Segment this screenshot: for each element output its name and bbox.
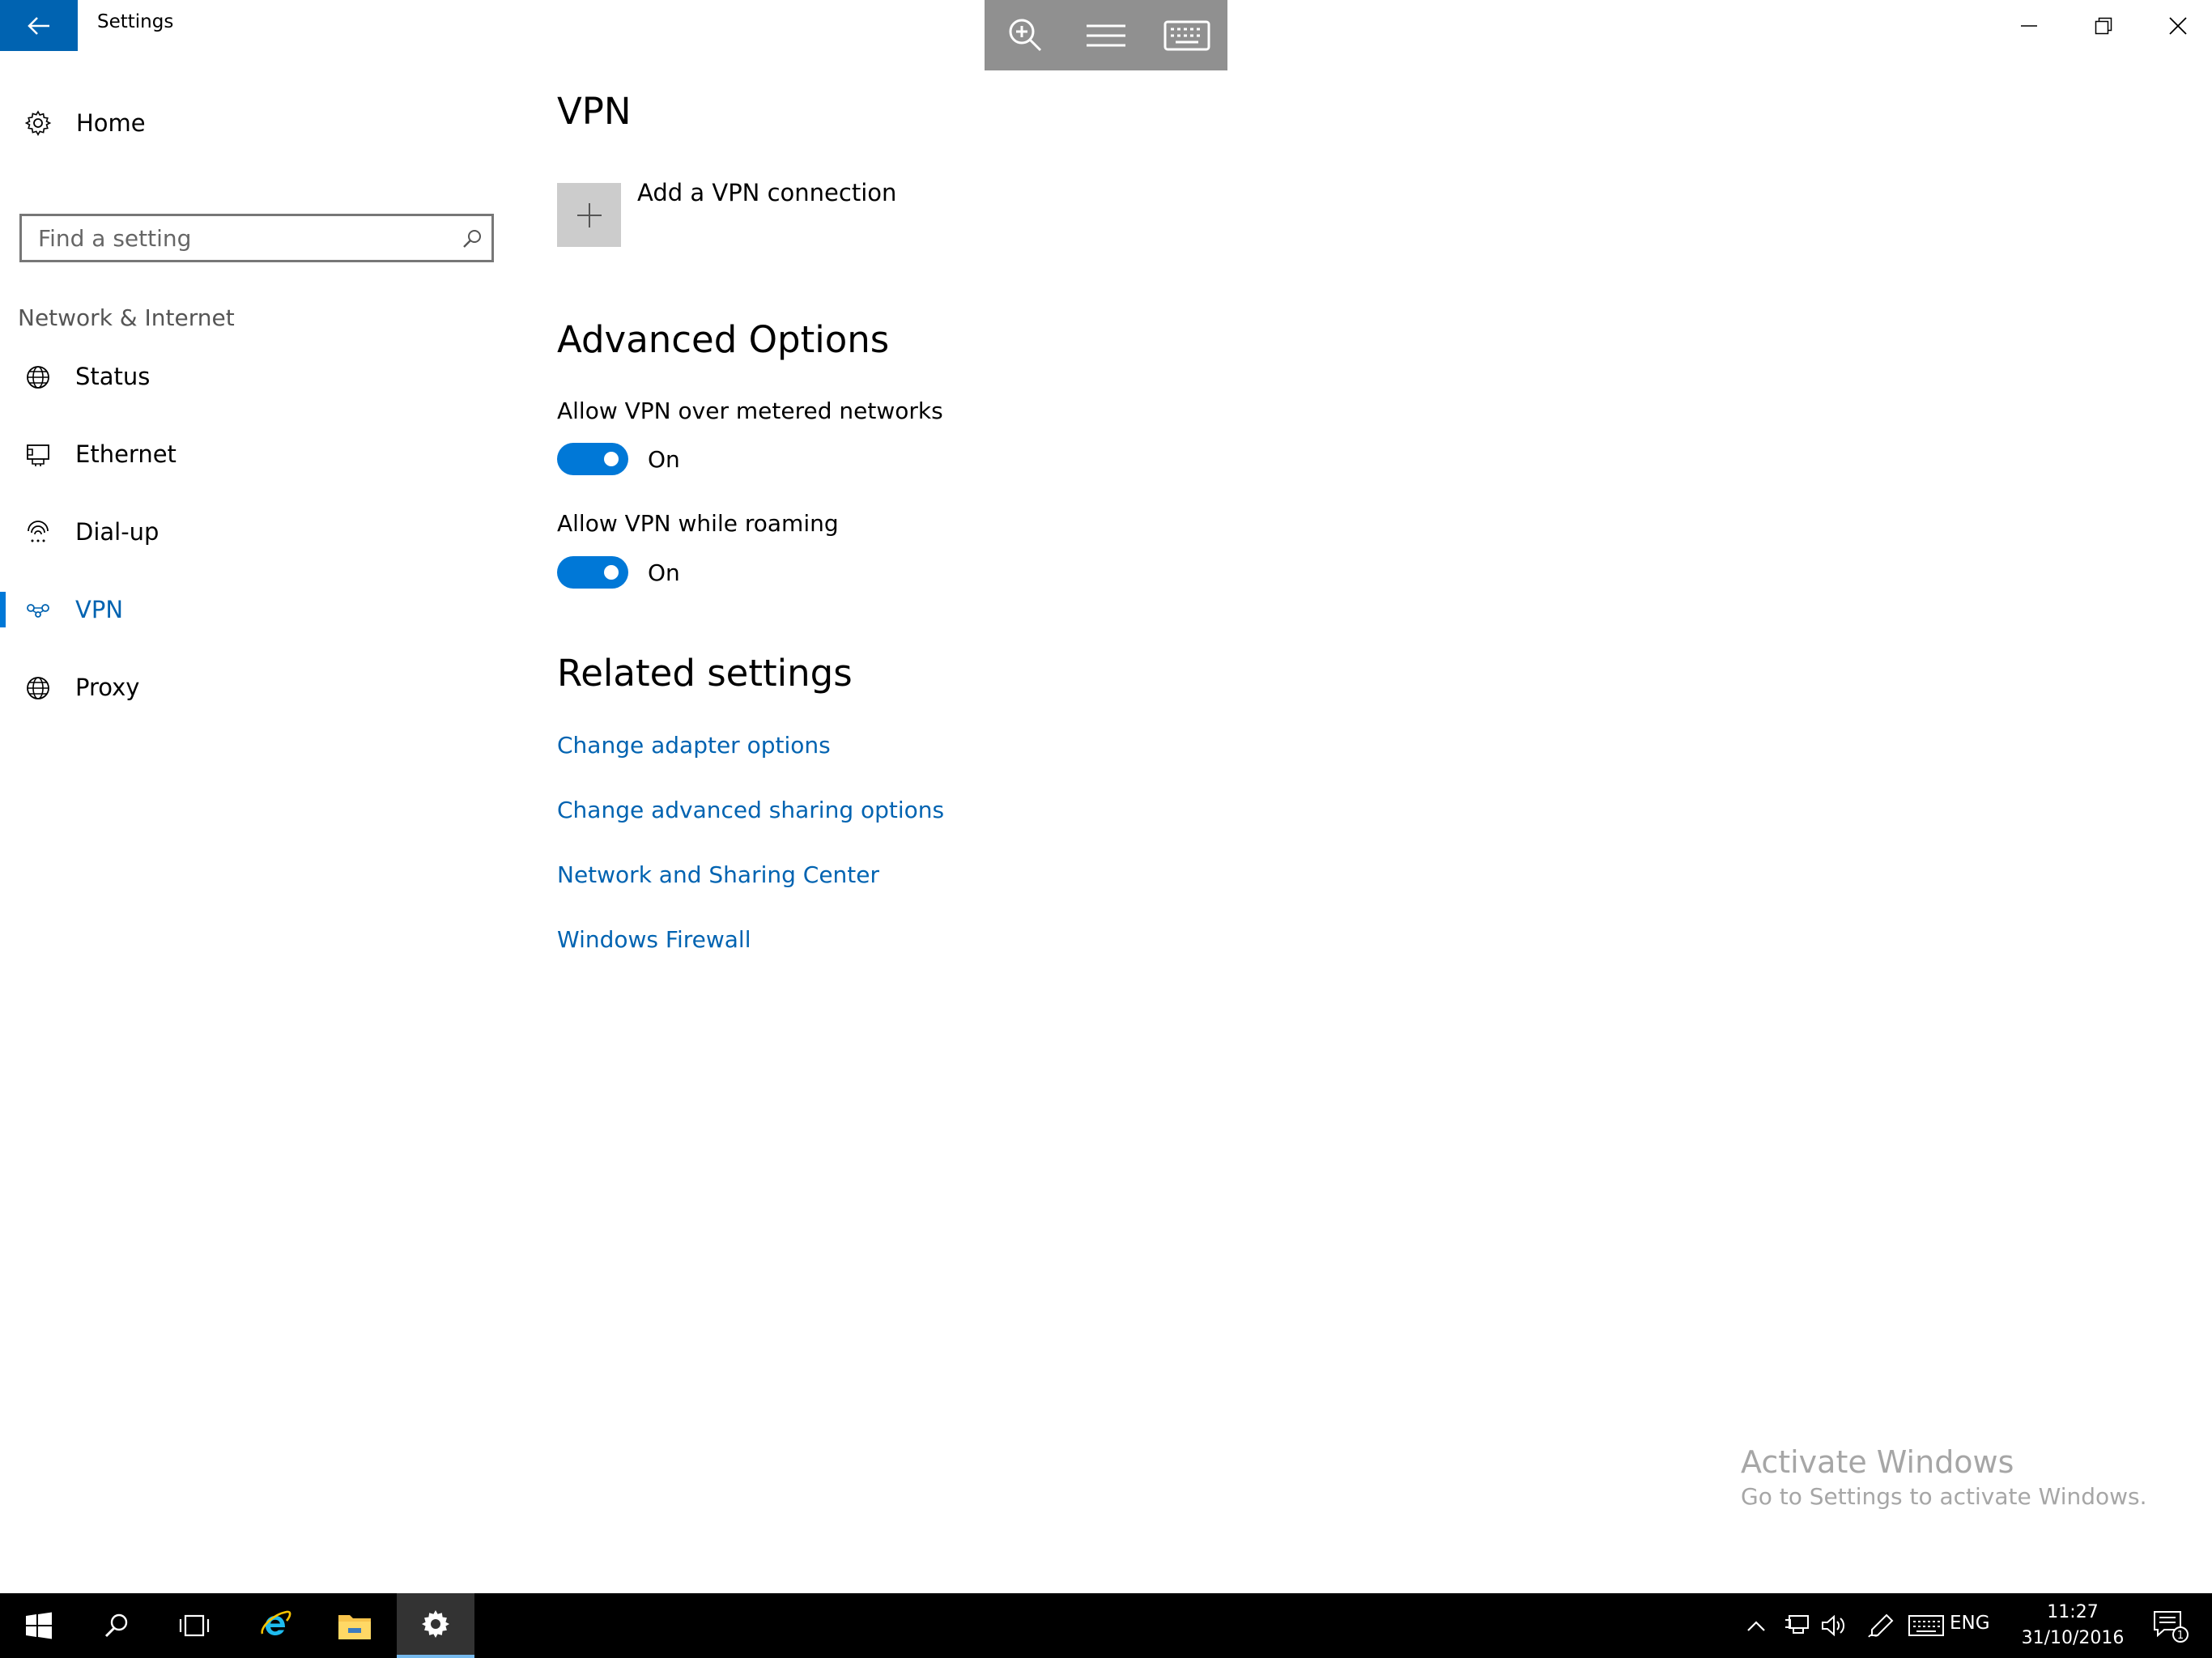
sidebar-item-status[interactable]: Status (0, 344, 518, 409)
zoom-in-icon (1009, 19, 1042, 51)
watermark-subtitle: Go to Settings to activate Windows. (1741, 1483, 2147, 1510)
menu-button[interactable] (1066, 0, 1146, 70)
search-taskbar-button[interactable] (78, 1593, 155, 1658)
sidebar-item-proxy[interactable]: Proxy (0, 655, 518, 720)
input-language[interactable]: ENG (1950, 1613, 1990, 1634)
notification-count: 1 (2177, 1630, 2184, 1642)
gear-icon (422, 1610, 449, 1638)
close-icon (2169, 16, 2187, 35)
add-vpn-button[interactable]: Add a VPN connection (557, 179, 896, 247)
internet-explorer-button[interactable] (236, 1593, 314, 1658)
action-center-button[interactable]: 1 (2146, 1593, 2194, 1658)
sidebar-item-label: Dial-up (75, 518, 160, 546)
touch-keyboard-tray-button[interactable] (1904, 1593, 1948, 1658)
keyboard-icon (1163, 20, 1210, 50)
windows-logo-icon (26, 1612, 52, 1639)
keyboard-button[interactable] (1146, 0, 1227, 70)
task-view-button[interactable] (155, 1593, 233, 1658)
show-hidden-icons-button[interactable] (1739, 1593, 1773, 1658)
keyboard-icon (1908, 1615, 1944, 1636)
watermark-title: Activate Windows (1741, 1444, 2014, 1480)
sidebar-item-vpn[interactable]: VPN (0, 577, 518, 642)
settings-taskbar-button[interactable] (397, 1593, 474, 1658)
notification-icon: 1 (2154, 1611, 2189, 1643)
zoom-button[interactable] (985, 0, 1066, 70)
roaming-toggle[interactable]: On (557, 556, 680, 589)
network-tray-button[interactable] (1778, 1593, 1815, 1658)
search-input[interactable] (38, 216, 443, 260)
related-settings-heading: Related settings (557, 652, 853, 695)
clock-date: 31/10/2016 (2021, 1628, 2125, 1648)
page-title: VPN (557, 90, 632, 133)
sidebar-item-label: Ethernet (75, 440, 177, 468)
minimize-icon (2021, 24, 2037, 27)
volume-tray-button[interactable] (1815, 1593, 1853, 1658)
pen-icon (1868, 1613, 1894, 1638)
file-explorer-button[interactable] (316, 1593, 393, 1658)
toggle-knob (604, 565, 619, 580)
touch-toolbar (985, 0, 1227, 70)
add-vpn-tile (557, 183, 621, 247)
back-button[interactable] (0, 0, 78, 51)
minimize-button[interactable] (1992, 0, 2066, 51)
internet-explorer-icon (261, 1610, 291, 1635)
metered-toggle[interactable]: On (557, 443, 680, 475)
taskbar: ENG 11:27 31/10/2016 1 (0, 1593, 2212, 1658)
restore-icon (2095, 17, 2112, 34)
home-link[interactable]: Home (24, 109, 146, 137)
change-advanced-sharing-link[interactable]: Change advanced sharing options (557, 797, 944, 823)
sidebar-item-label: Status (75, 363, 151, 390)
toggle-state: On (648, 445, 680, 473)
globe-icon (27, 677, 49, 699)
change-adapter-options-link[interactable]: Change adapter options (557, 732, 831, 759)
title-bar: Settings (0, 0, 2212, 70)
sidebar-item-label: Proxy (75, 674, 140, 701)
sidebar-item-label: VPN (75, 596, 124, 623)
sidebar-item-ethernet[interactable]: Ethernet (0, 422, 518, 487)
task-view-icon (179, 1614, 210, 1637)
chevron-up-icon (1747, 1621, 1765, 1631)
globe-status-icon (27, 366, 49, 389)
activate-windows-watermark: Activate Windows Go to Settings to activ… (1741, 1444, 2147, 1510)
gear-icon (24, 110, 52, 136)
plus-icon (576, 202, 602, 227)
advanced-options-heading: Advanced Options (557, 318, 890, 361)
metered-option-label: Allow VPN over metered networks (557, 397, 943, 424)
search-icon (463, 230, 481, 248)
pen-tray-button[interactable] (1861, 1593, 1901, 1658)
windows-firewall-link[interactable]: Windows Firewall (557, 926, 751, 953)
add-vpn-label: Add a VPN connection (637, 178, 897, 206)
network-sharing-center-link[interactable]: Network and Sharing Center (557, 861, 879, 888)
home-label: Home (76, 109, 146, 137)
folder-icon (338, 1615, 371, 1639)
section-label: Network & Internet (18, 304, 235, 331)
toggle-knob (604, 452, 619, 466)
toggle-state: On (648, 559, 680, 586)
search-box[interactable] (19, 214, 494, 262)
speaker-icon (1822, 1614, 1845, 1637)
roaming-option-label: Allow VPN while roaming (557, 510, 839, 537)
clock-time: 11:27 (2047, 1602, 2099, 1622)
start-button[interactable] (0, 1593, 78, 1658)
toggle-switch[interactable] (557, 556, 628, 589)
hamburger-icon (1087, 24, 1125, 46)
ethernet-icon (27, 444, 49, 466)
network-icon (1785, 1615, 1809, 1634)
taskbar-clock[interactable]: 11:27 31/10/2016 (2016, 1600, 2129, 1652)
search-icon (104, 1613, 128, 1638)
toggle-switch[interactable] (557, 443, 628, 475)
restore-button[interactable] (2066, 0, 2141, 51)
dialup-icon (28, 521, 49, 542)
back-arrow-icon (28, 16, 49, 35)
close-button[interactable] (2141, 0, 2212, 51)
vpn-icon (27, 604, 49, 618)
sidebar-item-dialup[interactable]: Dial-up (0, 500, 518, 564)
window-title: Settings (97, 11, 174, 32)
